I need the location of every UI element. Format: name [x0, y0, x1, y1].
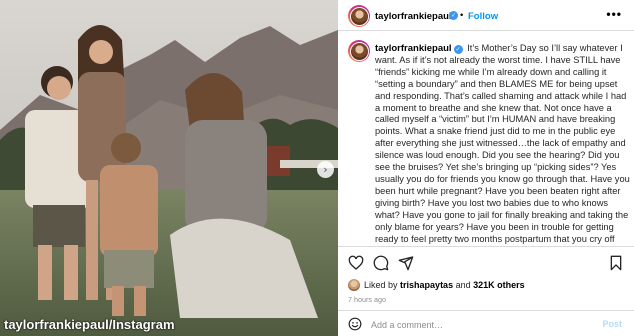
liker-username[interactable]: trishapaytas [400, 280, 453, 290]
caption-avatar[interactable] [348, 40, 370, 62]
more-options-icon[interactable]: ••• [606, 7, 622, 21]
comment-icon[interactable] [373, 255, 389, 271]
likes-middle: and [455, 280, 471, 290]
emoji-icon[interactable] [348, 317, 362, 331]
caption-username[interactable]: taylorfrankiepaul [375, 43, 452, 54]
post-photo: › taylorfrankiepaul/Instagram [0, 0, 338, 336]
caption-section: taylorfrankiepaul ✓ It’s Mother’s Day so … [338, 32, 634, 245]
share-icon[interactable] [398, 255, 414, 271]
post-header: taylorfrankiepaul ✓ • Follow ••• [338, 0, 634, 31]
add-comment-bar: Post [338, 310, 634, 336]
avatar[interactable] [348, 5, 370, 27]
post-comment-button[interactable]: Post [602, 319, 622, 329]
heart-icon[interactable] [348, 255, 364, 271]
liker-avatar [348, 279, 360, 291]
likes-summary: Liked by trishapaytas and 321K others [348, 278, 525, 292]
verified-badge-icon: ✓ [453, 45, 463, 54]
chevron-right-icon: › [323, 163, 328, 176]
next-photo-button[interactable]: › [317, 161, 334, 178]
action-bar [338, 246, 634, 274]
bookmark-icon[interactable] [608, 255, 624, 271]
likes-prefix: Liked by [364, 280, 398, 290]
likes-count[interactable]: 321K others [473, 280, 525, 290]
separator-dot: • [460, 10, 464, 21]
follow-button[interactable]: Follow [468, 11, 498, 22]
verified-badge-icon: ✓ [449, 11, 458, 20]
post-timestamp[interactable]: 7 hours ago [348, 295, 386, 304]
photo-scene [0, 0, 338, 336]
post-caption: taylorfrankiepaul ✓ It’s Mother’s Day so … [375, 43, 630, 245]
photo-credit: taylorfrankiepaul/Instagram [4, 317, 175, 332]
caption-text: It’s Mother’s Day so I’ll say whatever I… [375, 43, 630, 244]
comment-input[interactable] [371, 318, 571, 332]
post-side-panel: taylorfrankiepaul ✓ • Follow ••• taylorf… [338, 0, 634, 336]
header-username[interactable]: taylorfrankiepaul [375, 11, 452, 22]
